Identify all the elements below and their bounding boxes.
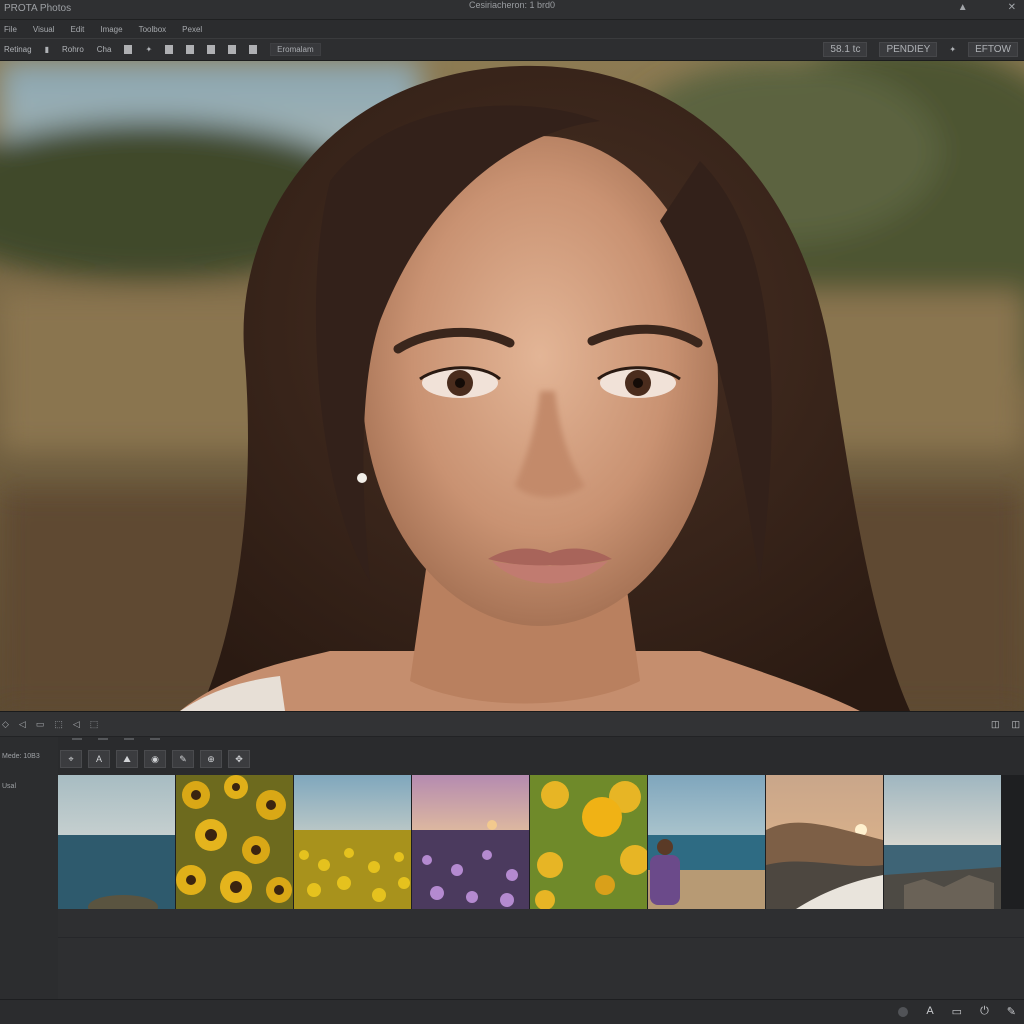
brush-icon[interactable]: ▮ <box>45 45 49 54</box>
retouch-tool[interactable]: Retinag <box>4 45 32 54</box>
zoom-field[interactable]: 58.1 tc <box>823 42 868 57</box>
layer-icon[interactable] <box>124 45 133 54</box>
rotate-tool[interactable]: Rohro <box>62 45 84 54</box>
select-icon[interactable] <box>228 45 237 54</box>
thumbnail-yellow-poppies[interactable] <box>530 775 647 909</box>
window-controls: ▲ ✕ <box>958 2 1016 13</box>
menu-bar: File Visual Edit Image Toolbox Pexel <box>0 20 1024 38</box>
pen-icon[interactable]: ✎ <box>1007 1005 1016 1018</box>
menu-edit[interactable]: Edit <box>71 25 85 34</box>
mode-dropdown[interactable]: PENDIEY <box>879 42 938 57</box>
curve-icon[interactable] <box>207 45 216 54</box>
status-dot-icon <box>898 1007 909 1017</box>
frame-icon[interactable]: ▭ <box>36 719 45 730</box>
add-icon[interactable]: ⊕ <box>200 750 222 768</box>
thumbnail-sunflowers[interactable] <box>176 775 293 909</box>
filmstrip-toolbar: ⌖ A ⛰ ◉ ✎ ⊕ ✥ <box>58 737 1024 775</box>
record-icon[interactable]: ◉ <box>144 750 166 768</box>
tool-options-bar: Retinag ▮ Rohro Cha ✦ Eromalam 58.1 tc P… <box>0 38 1024 61</box>
thumbnail-rocky-shore[interactable] <box>884 775 1001 909</box>
portrait-photo <box>0 61 1024 711</box>
prev-icon[interactable]: ◁ <box>73 719 80 730</box>
menu-image[interactable]: Image <box>100 25 122 34</box>
text-tool-icon[interactable]: A <box>926 1005 933 1018</box>
document-title: Cesiriacheron: 1 brd0 <box>468 0 556 10</box>
power-icon[interactable]: ⏻ <box>980 1005 989 1018</box>
frame-icon[interactable]: ▭ <box>952 1005 962 1018</box>
tick-mark <box>124 738 134 740</box>
magic-icon[interactable]: ✦ <box>145 45 152 54</box>
menu-visual[interactable]: Visual <box>33 25 55 34</box>
maximize-icon[interactable]: ▲ <box>958 2 968 13</box>
view-dropdown[interactable]: EFTOW <box>968 42 1018 57</box>
photo-canvas[interactable] <box>0 61 1024 711</box>
crop-icon[interactable] <box>186 45 195 54</box>
status-bar: A ▭ ⏻ ✎ <box>0 999 1024 1024</box>
section-label: Usal <box>2 783 17 790</box>
pin-icon[interactable]: ✦ <box>949 45 956 54</box>
timeline-area <box>58 909 1024 999</box>
menu-file[interactable]: File <box>4 25 17 34</box>
title-bar: PROTA Photos Cesiriacheron: 1 brd0 ▲ ✕ <box>0 0 1024 20</box>
diamond-icon[interactable]: ◇ <box>2 719 9 730</box>
tick-mark <box>72 738 82 740</box>
preset-dropdown[interactable]: Eromalam <box>270 43 321 56</box>
pen-icon[interactable] <box>165 45 174 54</box>
thumbnail-coastal-sunset[interactable] <box>766 775 883 909</box>
text-icon[interactable]: A <box>88 750 110 768</box>
menu-toolbox[interactable]: Toolbox <box>139 25 167 34</box>
filmstrip-side-panel: Mede: 10B3 Usal <box>0 737 59 999</box>
landscape-icon[interactable]: ⛰ <box>116 750 138 768</box>
target-icon[interactable]: ⌖ <box>60 750 82 768</box>
thumbnail-sunflower-field[interactable] <box>294 775 411 909</box>
back-icon[interactable]: ◁ <box>19 719 26 730</box>
move-icon[interactable]: ✥ <box>228 750 250 768</box>
tick-mark <box>150 738 160 740</box>
channel-tool[interactable]: Cha <box>97 45 112 54</box>
filmstrip <box>58 775 1024 909</box>
panel-header: ◇ ◁ ▭ ⬚ ◁ ⬚ ◫ ◫ <box>0 711 1024 737</box>
tick-mark <box>98 738 108 740</box>
mode-label: Mede: 10B3 <box>2 753 40 760</box>
panel-toggle-icon[interactable]: ◫ <box>991 719 1000 730</box>
transform-icon[interactable] <box>249 45 258 54</box>
menu-pexel[interactable]: Pexel <box>182 25 202 34</box>
thumbnail-ocean[interactable] <box>58 775 175 909</box>
grid-icon[interactable]: ⬚ <box>90 719 99 730</box>
timeline-divider <box>58 937 1024 938</box>
thumbnail-purple-flowers[interactable] <box>412 775 529 909</box>
pencil-icon[interactable]: ✎ <box>172 750 194 768</box>
selection-icon[interactable]: ⬚ <box>54 719 63 730</box>
thumbnail-beach-person[interactable] <box>648 775 765 909</box>
panel-expand-icon[interactable]: ◫ <box>1011 719 1020 730</box>
close-icon[interactable]: ✕ <box>1008 2 1016 13</box>
